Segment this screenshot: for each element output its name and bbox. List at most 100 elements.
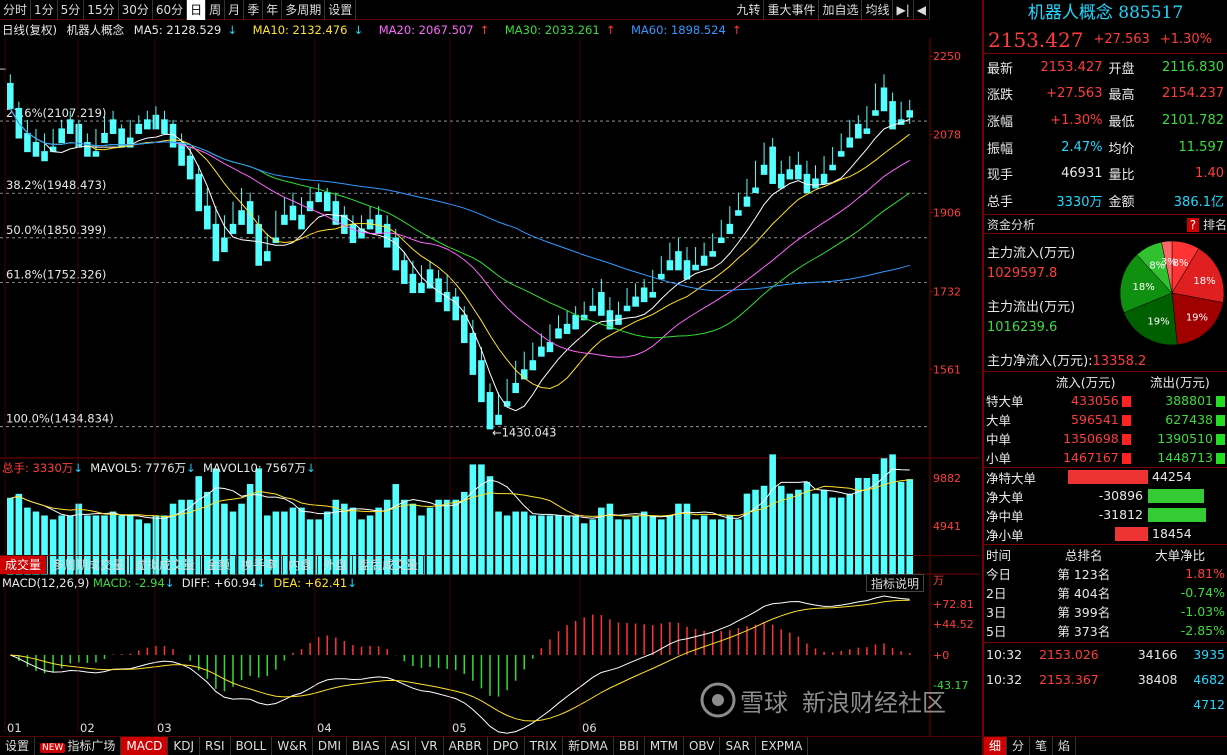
dea-value-label: DEA: +62.41	[273, 576, 348, 590]
period-button-0[interactable]: 分时	[0, 0, 32, 20]
period-button-6[interactable]: 日	[187, 0, 207, 20]
indicator-tab-17[interactable]: OBV	[684, 737, 721, 755]
quote-row: 最新 2153.427 开盘 2116.830	[984, 54, 1227, 81]
net-flow-value: 18454	[1152, 526, 1192, 542]
flow-in-header: 流入(万元)	[1055, 374, 1116, 390]
indicator-tab-3[interactable]: KDJ	[168, 737, 200, 755]
candle	[897, 101, 905, 125]
candle	[615, 301, 622, 325]
panel-tab-0[interactable]: 细	[984, 737, 1008, 755]
candle	[752, 160, 759, 194]
candle	[837, 133, 845, 157]
volume-tab-6[interactable]: 外盘	[318, 556, 354, 574]
volume-tab-1[interactable]: 多周期成交量	[47, 556, 131, 574]
net-flow-row: 净中单 -31812	[984, 506, 1227, 525]
rank-header: 总排名	[1065, 547, 1103, 563]
indicator-tab-2[interactable]: MACD	[121, 737, 169, 755]
net-inflow-label: 主力净流入(万元):	[987, 353, 1093, 369]
net-flow-label: 净中单	[986, 508, 1024, 524]
period-button-4[interactable]: 30分	[119, 0, 153, 20]
indicator-tab-9[interactable]: ASI	[386, 737, 417, 755]
candle	[632, 283, 639, 307]
period-button-9[interactable]: 季	[244, 0, 264, 20]
indicator-tab-label: 指标广场	[67, 739, 116, 753]
indicator-tab-1[interactable]: NEW 指标广场	[35, 737, 122, 755]
indicator-tab-15[interactable]: BBI	[614, 737, 645, 755]
tool-button-4[interactable]: ▶|	[893, 0, 914, 20]
indicator-tab-13[interactable]: TRIX	[525, 737, 564, 755]
quote-label: 开盘	[1108, 61, 1135, 77]
price-change: +27.563	[1093, 32, 1150, 47]
candle	[272, 210, 280, 244]
quote-label: 最低	[1108, 114, 1135, 130]
tick-time: 10:32	[986, 672, 1023, 688]
indicator-tab-0[interactable]: 设置	[0, 737, 36, 755]
indicator-tab-18[interactable]: SAR	[720, 737, 756, 755]
tool-button-1[interactable]: 重大事件	[764, 0, 820, 20]
indicator-tab-14[interactable]: 新DMA	[563, 737, 614, 755]
period-button-3[interactable]: 15分	[84, 0, 119, 20]
indicator-tab-11[interactable]: ARBR	[444, 737, 488, 755]
ma20-label: MA20: 2067.507 ↑	[378, 23, 490, 37]
period-button-10[interactable]: 年	[263, 0, 283, 20]
panel-bottom-tabs: 细分笔焰	[984, 736, 1227, 755]
kline-chart[interactable]: 2250207819061732156123.6%(2107.219)38.2%…	[0, 38, 980, 736]
period-button-12[interactable]: 设置	[325, 0, 357, 20]
tick-volume: 38408	[1137, 672, 1178, 688]
indicator-tab-8[interactable]: BIAS	[347, 737, 386, 755]
volume-tab-2[interactable]: 虚拟成交量	[130, 556, 202, 574]
panel-title: 机器人概念 885517	[1027, 3, 1184, 23]
quote-label: 现手	[987, 168, 1014, 184]
tool-button-3[interactable]: 均线	[862, 0, 894, 20]
tool-button-2[interactable]: 加自选	[819, 0, 863, 20]
volume-tab-5[interactable]: 内盘	[283, 556, 319, 574]
candle	[178, 133, 185, 166]
net-flow-label: 净小单	[986, 527, 1024, 543]
indicator-tab-4[interactable]: RSI	[200, 737, 231, 755]
indicator-tab-5[interactable]: BOLL	[231, 737, 273, 755]
candle	[623, 288, 631, 312]
tick-price	[1037, 692, 1121, 717]
rank-row: 2日 第 404名 -0.74%	[984, 583, 1227, 602]
rank-row: 3日 第 399名 -1.03%	[984, 602, 1227, 621]
volume-tab-4[interactable]: 换手率	[236, 556, 284, 574]
tool-button-0[interactable]: 九转	[733, 0, 765, 20]
period-button-11[interactable]: 多周期	[282, 0, 326, 20]
candle	[717, 219, 725, 244]
period-button-1[interactable]: 1分	[31, 0, 58, 20]
indicator-tab-10[interactable]: VR	[416, 737, 444, 755]
ma60-label: MA60: 1898.524 ↑	[630, 23, 742, 37]
candle	[803, 160, 811, 194]
indicator-tab-7[interactable]: DMI	[313, 737, 348, 755]
period-button-5[interactable]: 60分	[153, 0, 188, 20]
panel-tab-1[interactable]: 分	[1007, 737, 1031, 755]
period-button-8[interactable]: 月	[225, 0, 245, 20]
volume-axis-label: 4941	[933, 520, 961, 533]
panel-tab-3[interactable]: 焰	[1053, 737, 1077, 755]
pie-slice-label: 18%	[1133, 282, 1155, 293]
tick-row: 10:32 2153.026 34166 3935	[984, 642, 1227, 667]
candle	[872, 83, 879, 116]
volume-tab-0[interactable]: 成交量	[0, 556, 48, 574]
indicator-tab-16[interactable]: MTM	[645, 737, 684, 755]
period-button-7[interactable]: 周	[206, 0, 226, 20]
volume-tab-3[interactable]: 金额	[201, 556, 237, 574]
indicator-tab-19[interactable]: EXPMA	[756, 737, 809, 755]
rank-tab[interactable]: ? 排名	[1186, 215, 1227, 235]
flow-type-label: 特大单	[986, 393, 1024, 409]
indicator-tab-6[interactable]: W&R	[272, 737, 313, 755]
candle	[683, 247, 691, 280]
tool-button-5[interactable]: ◀	[914, 0, 930, 20]
volume-tab-7[interactable]: 盘后成交量	[353, 556, 425, 574]
candle	[846, 119, 854, 148]
candle	[144, 110, 151, 130]
candle	[118, 124, 125, 148]
panel-tab-2[interactable]: 笔	[1030, 737, 1054, 755]
quote-row: 涨幅 +1.30% 最低 2101.782	[984, 107, 1227, 134]
candle	[666, 242, 674, 271]
candle	[401, 251, 408, 284]
indicator-tab-12[interactable]: DPO	[488, 737, 525, 755]
period-button-2[interactable]: 5分	[58, 0, 85, 20]
indicator-help-button[interactable]: 指标说明	[866, 574, 925, 592]
quote-value: 1.40	[1195, 166, 1224, 182]
